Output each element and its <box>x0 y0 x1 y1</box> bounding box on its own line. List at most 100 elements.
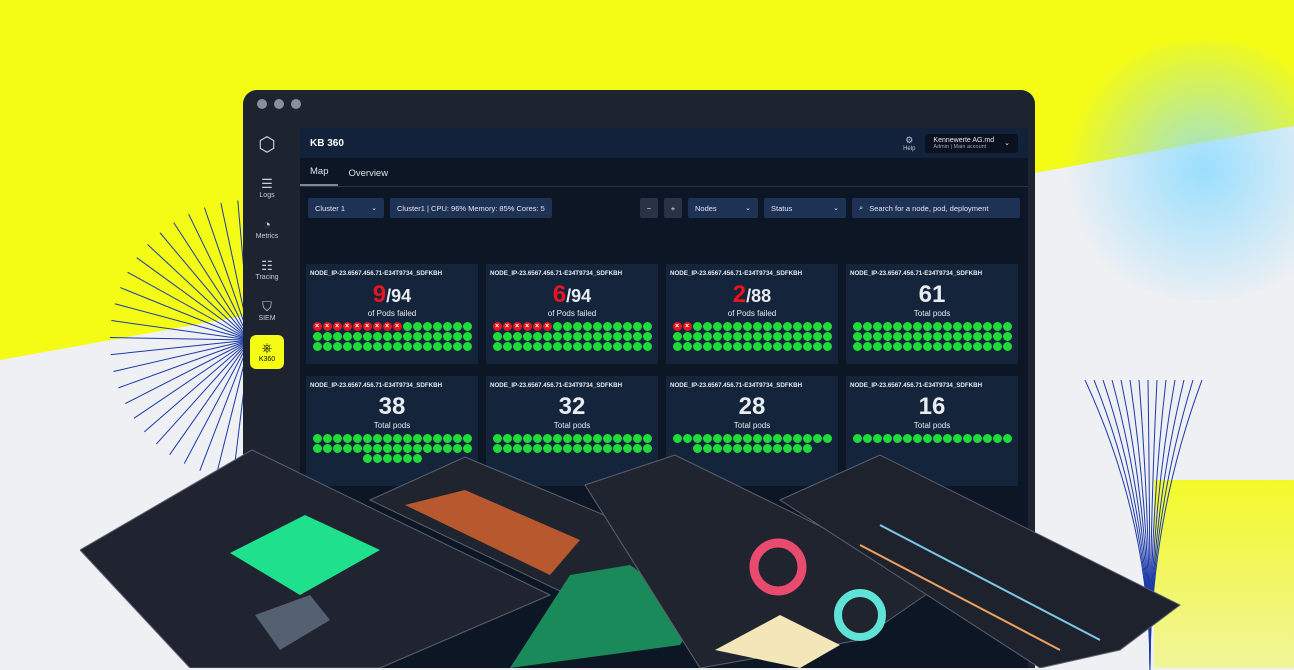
pod-ok-icon[interactable] <box>582 434 592 443</box>
pod-ok-icon[interactable] <box>722 322 732 331</box>
pod-ok-icon[interactable] <box>602 332 612 341</box>
pod-ok-icon[interactable] <box>672 332 682 341</box>
pod-ok-icon[interactable] <box>752 342 762 351</box>
pod-failed-icon[interactable]: × <box>372 322 382 331</box>
pod-ok-icon[interactable] <box>452 434 462 443</box>
pod-ok-icon[interactable] <box>882 332 892 341</box>
pod-failed-icon[interactable]: × <box>492 322 502 331</box>
pod-ok-icon[interactable] <box>632 322 642 331</box>
pod-ok-icon[interactable] <box>312 434 322 443</box>
window-control-dot[interactable] <box>291 99 301 109</box>
pod-ok-icon[interactable] <box>712 332 722 341</box>
pod-failed-icon[interactable]: × <box>382 322 392 331</box>
node-card[interactable]: NODE_IP-23.6567.456.71-E34T9734_SDFKBH 6/… <box>486 264 658 364</box>
pod-ok-icon[interactable] <box>632 332 642 341</box>
pod-ok-icon[interactable] <box>852 434 862 443</box>
pod-ok-icon[interactable] <box>382 434 392 443</box>
pod-ok-icon[interactable] <box>372 332 382 341</box>
pod-ok-icon[interactable] <box>852 322 862 331</box>
pod-ok-icon[interactable] <box>952 332 962 341</box>
window-control-dot[interactable] <box>257 99 267 109</box>
pod-ok-icon[interactable] <box>592 332 602 341</box>
tab-map[interactable]: Map <box>300 166 339 186</box>
pod-ok-icon[interactable] <box>952 434 962 443</box>
pod-ok-icon[interactable] <box>792 434 802 443</box>
pod-failed-icon[interactable]: × <box>362 322 372 331</box>
pod-ok-icon[interactable] <box>802 322 812 331</box>
pod-ok-icon[interactable] <box>382 332 392 341</box>
pod-ok-icon[interactable] <box>862 322 872 331</box>
pod-ok-icon[interactable] <box>942 342 952 351</box>
pod-ok-icon[interactable] <box>622 342 632 351</box>
pod-ok-icon[interactable] <box>642 332 652 341</box>
pod-ok-icon[interactable] <box>322 342 332 351</box>
pod-ok-icon[interactable] <box>612 322 622 331</box>
pod-ok-icon[interactable] <box>522 332 532 341</box>
pod-ok-icon[interactable] <box>772 322 782 331</box>
pod-ok-icon[interactable] <box>902 322 912 331</box>
pod-ok-icon[interactable] <box>322 434 332 443</box>
cluster-select[interactable]: Cluster 1 ⌄ <box>308 198 384 218</box>
pod-ok-icon[interactable] <box>752 332 762 341</box>
pod-ok-icon[interactable] <box>822 332 832 341</box>
pod-ok-icon[interactable] <box>442 332 452 341</box>
pod-ok-icon[interactable] <box>402 322 412 331</box>
pod-ok-icon[interactable] <box>762 342 772 351</box>
pod-ok-icon[interactable] <box>972 434 982 443</box>
pod-ok-icon[interactable] <box>1002 342 1012 351</box>
pod-ok-icon[interactable] <box>962 322 972 331</box>
pod-ok-icon[interactable] <box>902 342 912 351</box>
sidebar-item-metrics[interactable]: ◔ Metrics <box>250 212 284 246</box>
pod-failed-icon[interactable]: × <box>392 322 402 331</box>
pod-ok-icon[interactable] <box>452 322 462 331</box>
pod-ok-icon[interactable] <box>912 342 922 351</box>
pod-ok-icon[interactable] <box>742 434 752 443</box>
pod-ok-icon[interactable] <box>942 332 952 341</box>
sidebar-item-k360[interactable]: ⎈ K360 <box>250 335 284 369</box>
pod-ok-icon[interactable] <box>612 332 622 341</box>
zoom-out-button[interactable]: − <box>640 198 658 218</box>
pod-ok-icon[interactable] <box>702 332 712 341</box>
pod-ok-icon[interactable] <box>362 434 372 443</box>
pod-ok-icon[interactable] <box>722 434 732 443</box>
pod-ok-icon[interactable] <box>752 434 762 443</box>
pod-ok-icon[interactable] <box>682 342 692 351</box>
pod-ok-icon[interactable] <box>332 434 342 443</box>
pod-ok-icon[interactable] <box>762 322 772 331</box>
pod-ok-icon[interactable] <box>342 342 352 351</box>
pod-ok-icon[interactable] <box>312 332 322 341</box>
pod-ok-icon[interactable] <box>882 434 892 443</box>
pod-ok-icon[interactable] <box>882 322 892 331</box>
pod-ok-icon[interactable] <box>672 434 682 443</box>
pod-failed-icon[interactable]: × <box>502 322 512 331</box>
pod-ok-icon[interactable] <box>702 342 712 351</box>
node-card[interactable]: NODE_IP-23.6567.456.71-E34T9734_SDFKBH 61… <box>846 264 1018 364</box>
pod-ok-icon[interactable] <box>522 342 532 351</box>
pod-ok-icon[interactable] <box>742 322 752 331</box>
pod-ok-icon[interactable] <box>682 332 692 341</box>
pod-ok-icon[interactable] <box>352 434 362 443</box>
account-switcher[interactable]: Kennewerte AG.md Admin | Main account ⌄ <box>925 133 1018 153</box>
pod-ok-icon[interactable] <box>412 434 422 443</box>
pod-ok-icon[interactable] <box>972 342 982 351</box>
pod-ok-icon[interactable] <box>352 342 362 351</box>
pod-ok-icon[interactable] <box>372 342 382 351</box>
pod-ok-icon[interactable] <box>532 434 542 443</box>
pod-ok-icon[interactable] <box>542 342 552 351</box>
pod-ok-icon[interactable] <box>962 332 972 341</box>
pod-ok-icon[interactable] <box>912 322 922 331</box>
pod-ok-icon[interactable] <box>552 332 562 341</box>
pod-ok-icon[interactable] <box>402 332 412 341</box>
pod-ok-icon[interactable] <box>902 332 912 341</box>
pod-ok-icon[interactable] <box>572 342 582 351</box>
pod-ok-icon[interactable] <box>622 332 632 341</box>
pod-ok-icon[interactable] <box>452 332 462 341</box>
pod-ok-icon[interactable] <box>522 434 532 443</box>
pod-ok-icon[interactable] <box>972 322 982 331</box>
pod-ok-icon[interactable] <box>782 332 792 341</box>
pod-ok-icon[interactable] <box>642 342 652 351</box>
pod-ok-icon[interactable] <box>792 342 802 351</box>
pod-ok-icon[interactable] <box>512 342 522 351</box>
pod-failed-icon[interactable]: × <box>352 322 362 331</box>
pod-ok-icon[interactable] <box>772 342 782 351</box>
